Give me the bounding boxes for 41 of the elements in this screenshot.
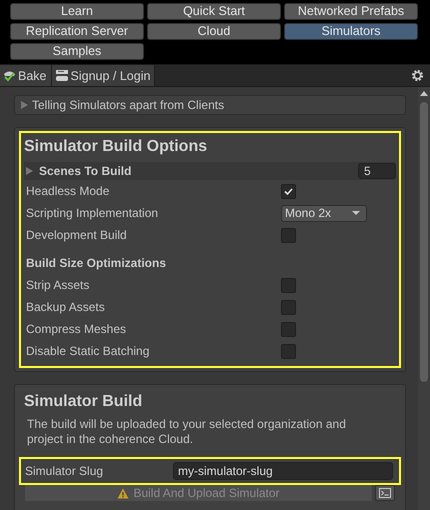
field-label: Scripting Implementation	[26, 206, 160, 220]
field-label: Simulator Slug	[25, 464, 104, 478]
field-label: Disable Static Batching	[26, 344, 150, 358]
checkbox[interactable]	[281, 300, 296, 314]
nav-button[interactable]: Samples	[10, 43, 144, 60]
checkbox[interactable]	[281, 228, 296, 242]
field-label: Backup Assets	[26, 300, 106, 314]
warning-icon	[117, 488, 130, 498]
server-icon	[54, 69, 68, 82]
slug-field[interactable]: my-simulator-slug	[173, 462, 393, 480]
checkbox[interactable]	[281, 344, 296, 358]
settings-icon[interactable]	[411, 69, 424, 82]
scene-count-field[interactable]: 5	[358, 163, 396, 179]
scroll-up-icon[interactable]	[420, 91, 428, 96]
section-title: Simulator Build	[23, 392, 144, 412]
foldout-header[interactable]: Telling Simulators apart from Clients	[14, 95, 406, 115]
checkbox[interactable]	[281, 184, 296, 198]
field-label: Development Build	[26, 228, 128, 242]
section-title: Simulator Build Options	[24, 137, 208, 157]
scenes-label[interactable]: Scenes To Build	[39, 164, 132, 178]
field-label: Compress Meshes	[26, 322, 128, 336]
checkbox[interactable]	[281, 322, 296, 336]
nav-button[interactable]: Replication Server	[10, 23, 144, 40]
terminal-button[interactable]	[375, 485, 395, 501]
nav-button[interactable]: Networked Prefabs	[284, 3, 418, 20]
group-heading: Build Size Optimizations	[26, 256, 166, 270]
field-label: Headless Mode	[26, 184, 110, 198]
nav-button[interactable]: Quick Start	[147, 3, 281, 20]
description-text: The build will be uploaded to your selected organization and project in the coherence Cloud.	[26, 417, 347, 447]
field-label: Strip Assets	[26, 278, 90, 292]
nav-button[interactable]: Simulators	[284, 23, 418, 40]
checkbox[interactable]	[281, 278, 296, 292]
tab[interactable]: Signup / Login	[52, 65, 156, 86]
check-icon	[283, 186, 294, 196]
bake-icon	[3, 69, 16, 82]
scrollbar-thumb[interactable]	[420, 102, 428, 382]
dropdown[interactable]: Mono 2x	[281, 204, 367, 222]
tab[interactable]: Bake	[0, 65, 52, 86]
nav-button[interactable]: Learn	[10, 3, 144, 20]
triangle-icon[interactable]	[26, 167, 33, 175]
nav-button[interactable]: Cloud	[147, 23, 281, 40]
